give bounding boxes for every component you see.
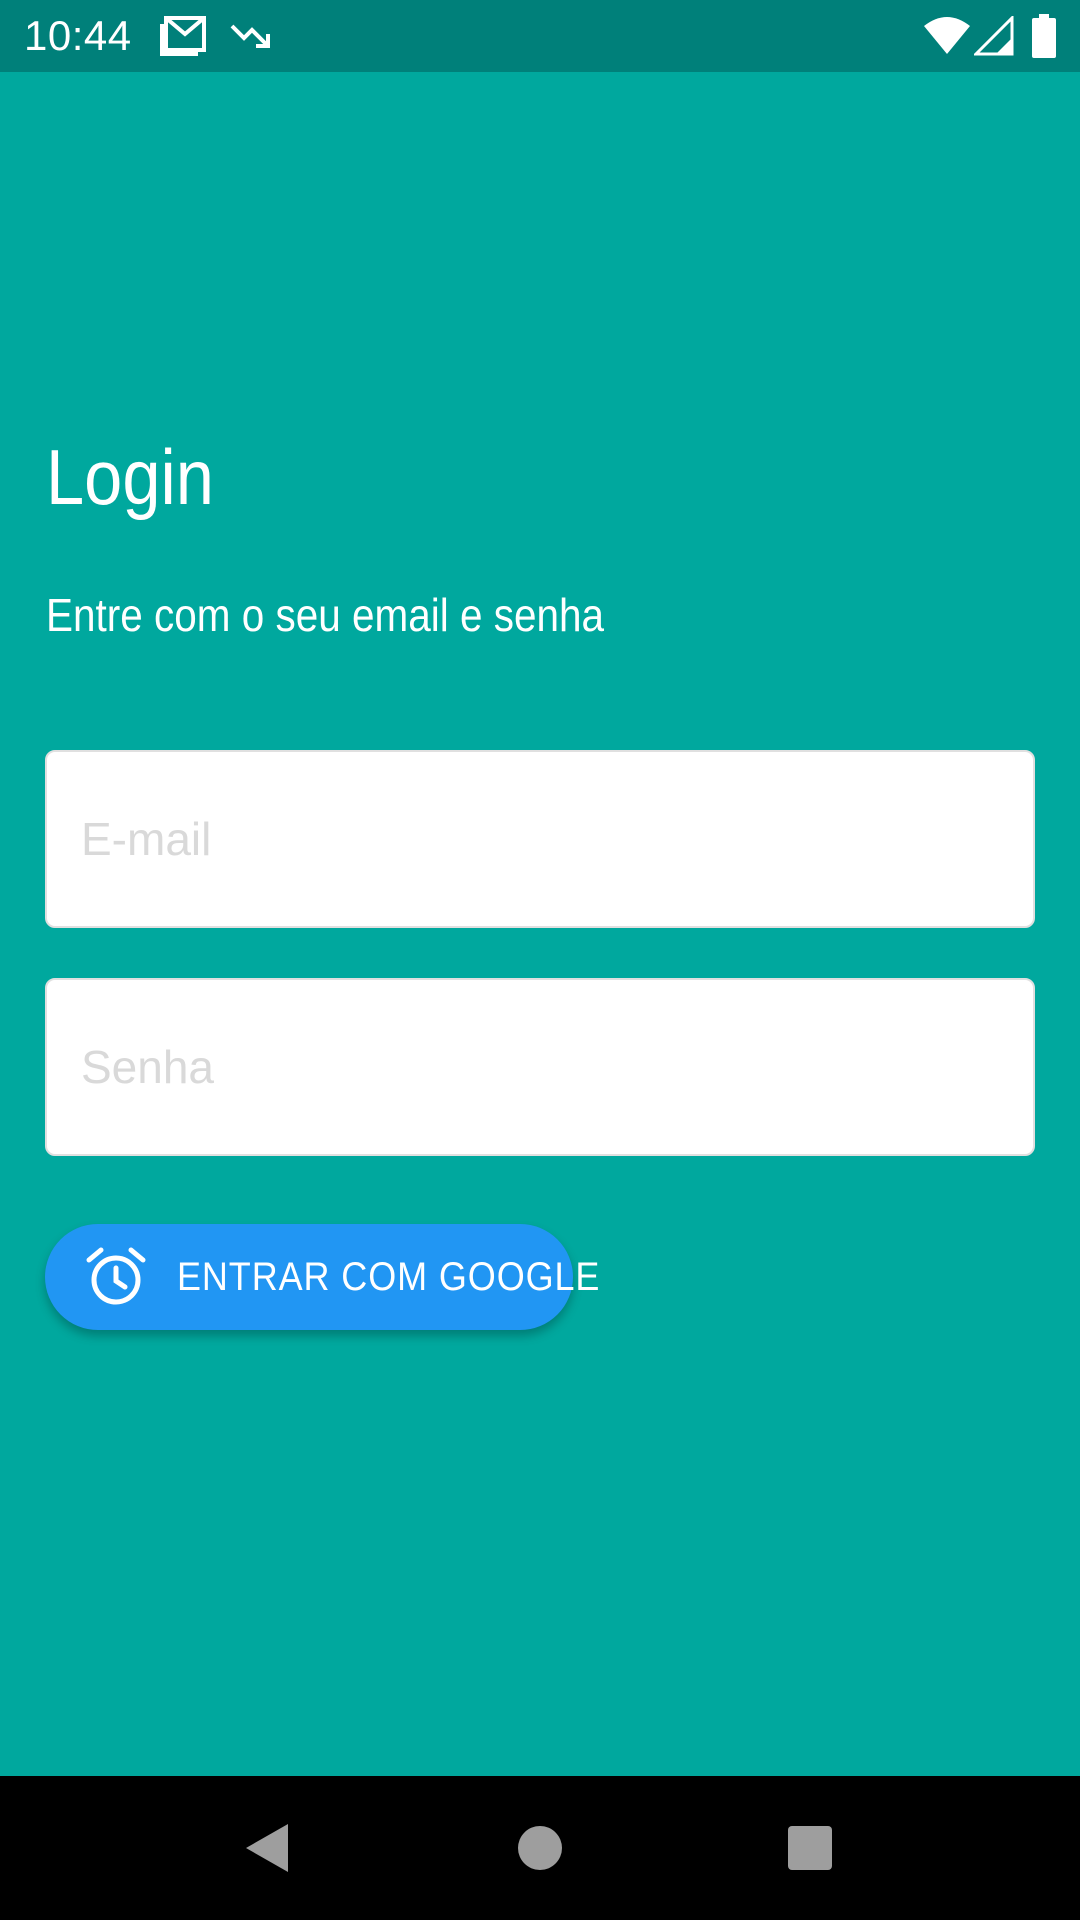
wifi-icon <box>924 16 970 61</box>
page-title: Login <box>46 433 214 521</box>
back-icon[interactable] <box>226 1804 314 1892</box>
home-icon[interactable] <box>496 1804 584 1892</box>
google-sign-in-button[interactable]: ENTRAR COM GOOGLE <box>45 1224 599 1330</box>
gmail-icon <box>160 14 206 61</box>
google-sign-in-label: ENTRAR COM GOOGLE <box>177 1255 601 1299</box>
page-subtitle: Entre com o seu email e senha <box>46 589 605 641</box>
trending-down-icon <box>230 22 272 57</box>
alarm-clock-icon <box>85 1246 147 1308</box>
recents-icon[interactable] <box>766 1804 854 1892</box>
email-input[interactable] <box>81 752 1001 926</box>
email-field[interactable] <box>45 750 1035 928</box>
password-input[interactable] <box>81 980 1001 1154</box>
battery-icon <box>1032 14 1056 63</box>
navigation-bar <box>0 1776 1080 1920</box>
login-screen: 10:44 Login Entre com o seu email e senh… <box>0 0 1080 1920</box>
password-field[interactable] <box>45 978 1035 1156</box>
status-time: 10:44 <box>24 12 132 59</box>
cellular-signal-icon <box>972 14 1014 61</box>
status-bar: 10:44 <box>0 0 1080 72</box>
